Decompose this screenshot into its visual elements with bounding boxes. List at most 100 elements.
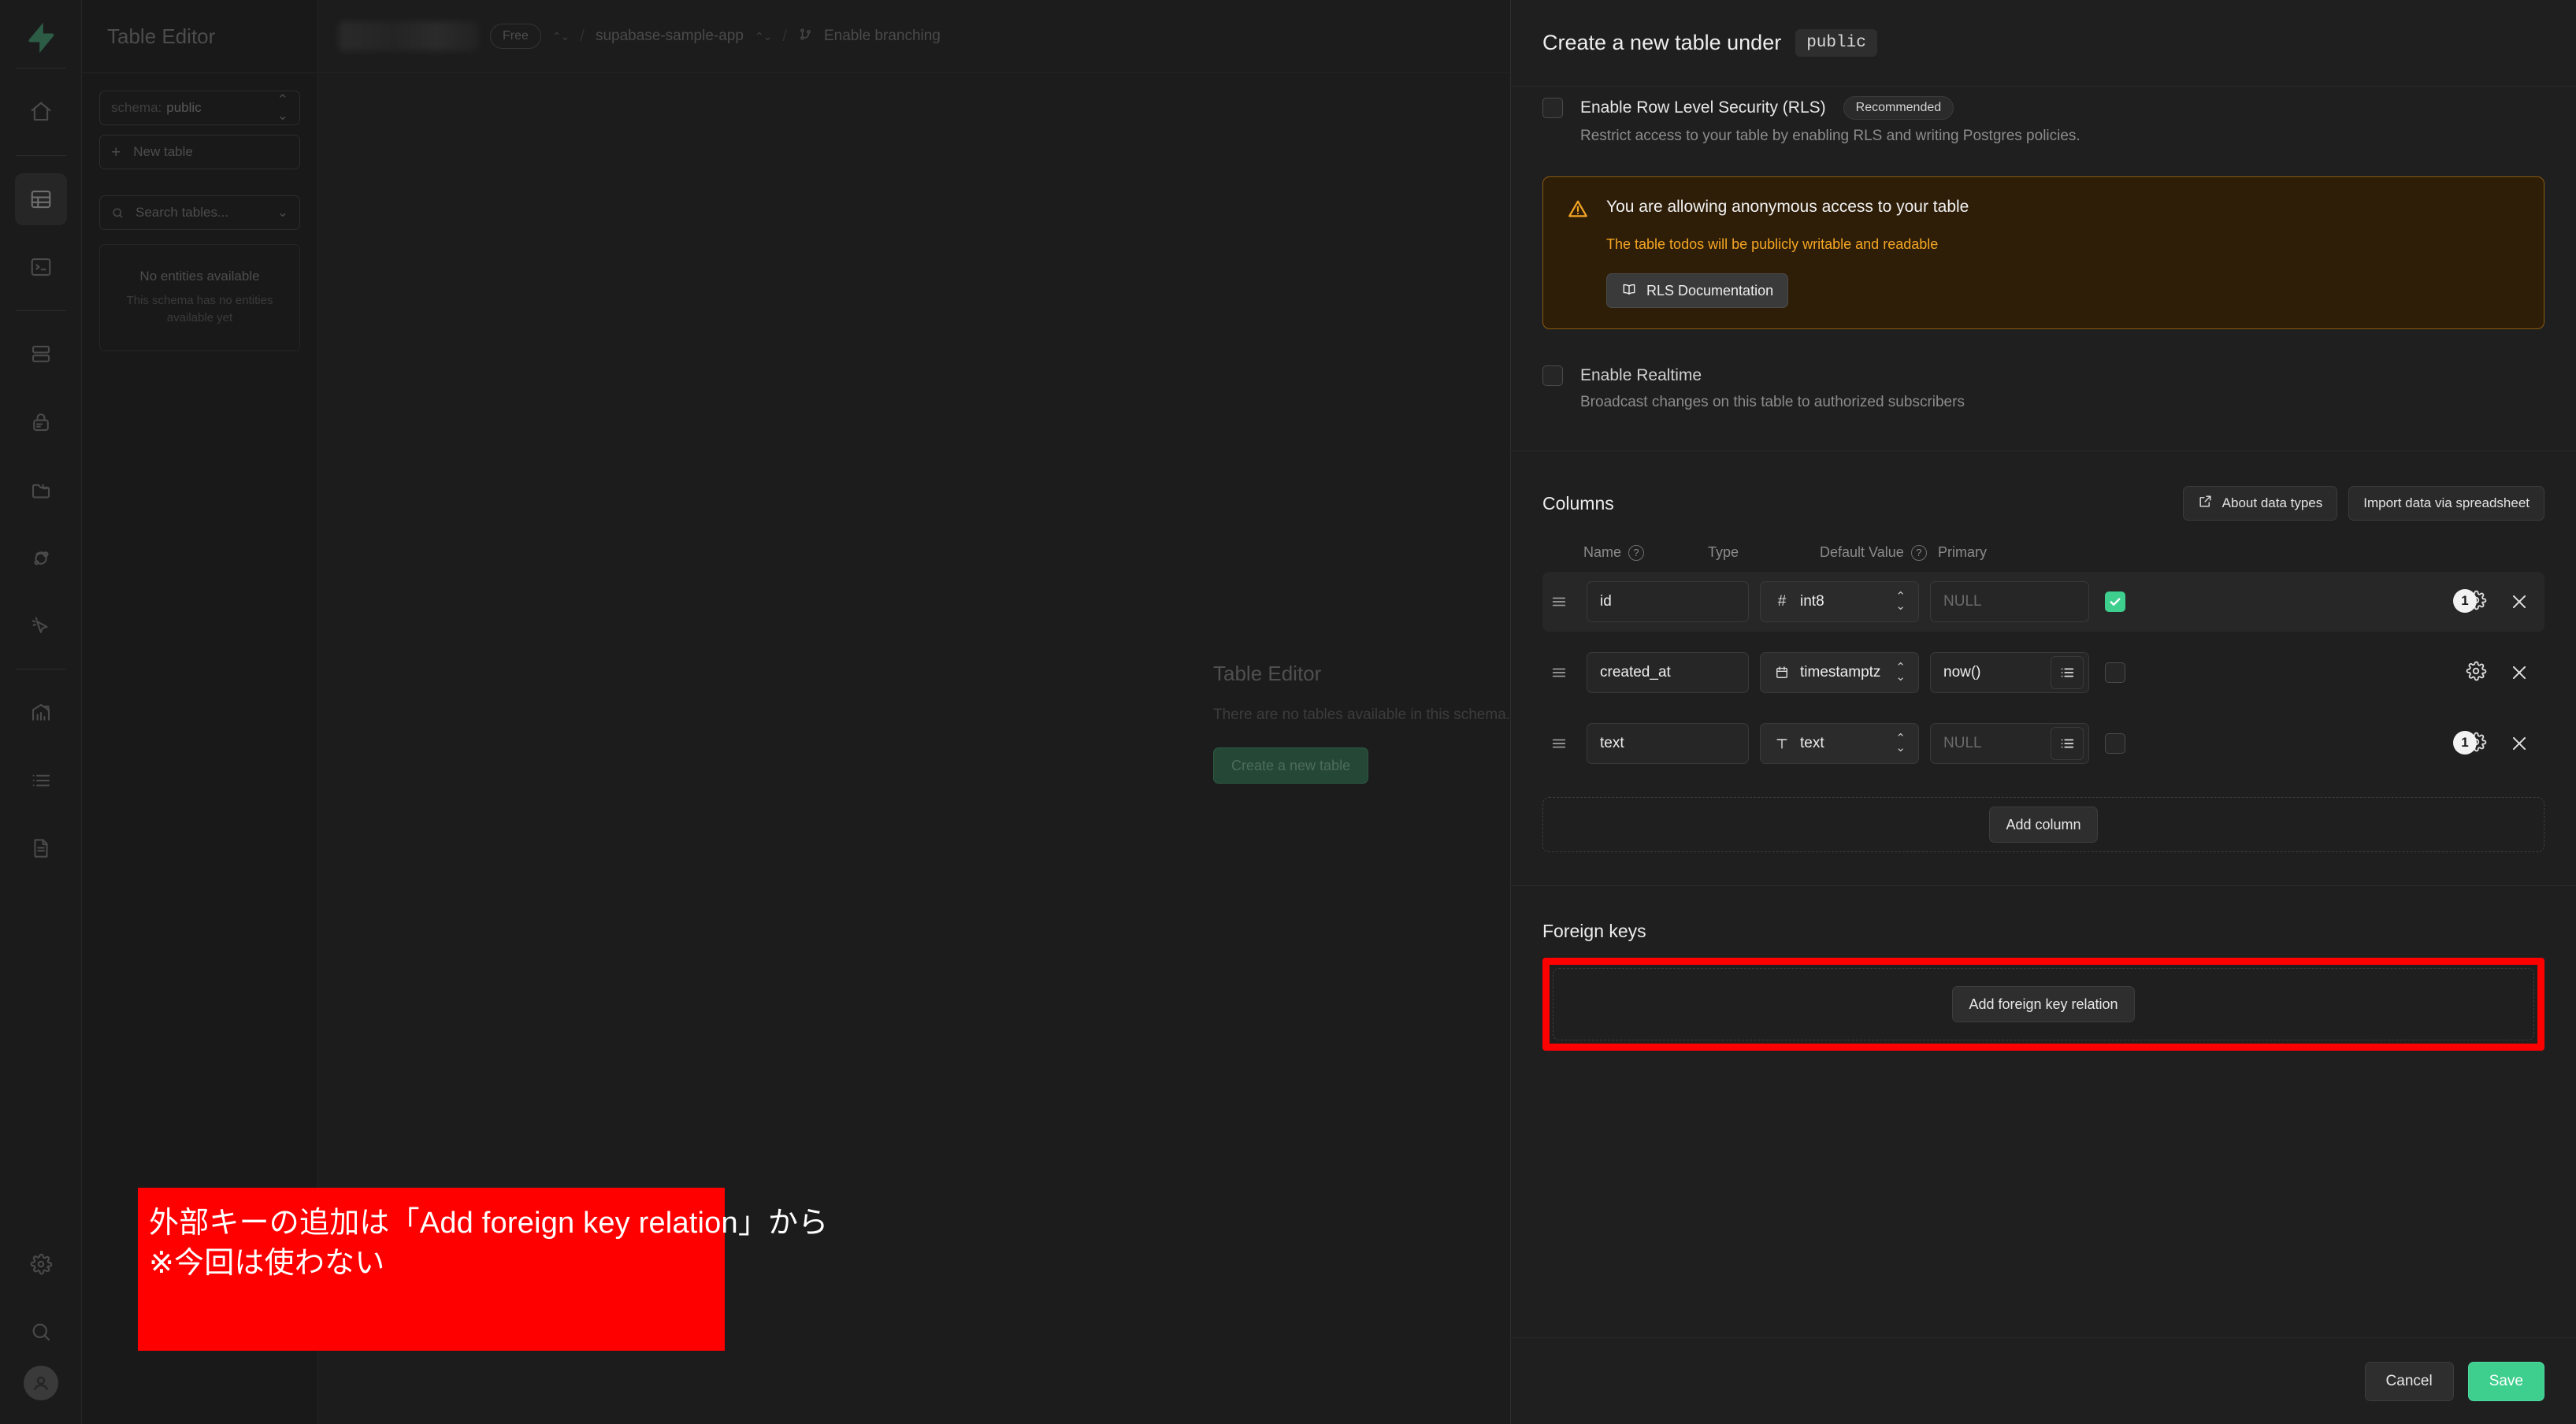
rls-documentation-label: RLS Documentation [1646,282,1774,299]
schema-label: schema: [111,100,162,115]
add-column-dropzone: Add column [1542,797,2544,852]
search-tables-input[interactable]: Search tables... ⌄ [99,195,300,230]
column-settings-button[interactable] [2455,655,2497,690]
enable-branching-link[interactable]: Enable branching [824,28,941,45]
column-type-select[interactable]: timestamptz ⌃ ⌄ [1760,652,1919,693]
panel-title: Create a new table under [1542,31,1782,54]
sidebar-item-api-docs[interactable] [15,822,67,874]
help-icon[interactable]: ? [1628,544,1645,561]
create-new-table-button[interactable]: Create a new table [1213,747,1369,784]
column-default-input[interactable]: now() [1930,652,2089,693]
sidebar-item-database[interactable] [15,328,67,380]
primary-key-checkbox[interactable] [2105,662,2125,683]
breadcrumb-separator: / [782,27,787,45]
close-icon [2512,736,2526,751]
add-foreign-key-relation-button[interactable]: Add foreign key relation [1952,986,2135,1022]
settings-count-badge: 1 [2453,731,2477,755]
schema-selector[interactable]: schema: public ⌃ ⌄ [99,91,300,125]
import-spreadsheet-label: Import data via spreadsheet [2363,495,2530,510]
rls-recommended-badge: Recommended [1843,96,1954,120]
foreign-keys-highlight: Add foreign key relation [1542,958,2544,1051]
import-spreadsheet-button[interactable]: Import data via spreadsheet [2348,486,2544,521]
close-icon [2512,666,2526,680]
column-name-input[interactable]: text [1587,723,1749,764]
close-icon [2512,595,2526,609]
panel-schema-chip: public [1795,29,1877,57]
realtime-section: Enable Realtime Broadcast changes on thi… [1511,329,2576,451]
column-settings-button[interactable]: 1 [2453,726,2497,761]
text-icon [1773,736,1791,751]
header-default-value: Default Value [1820,544,1904,560]
sidebar-item-authentication[interactable] [15,396,67,448]
annotation-callout: 外部キーの追加は「Add foreign key relation」から ※今回… [138,1188,828,1351]
account-avatar[interactable] [23,1366,58,1400]
branch-icon [798,27,813,46]
supabase-logo[interactable] [20,17,61,58]
annotation-line-2: ※今回は使わない [149,1246,385,1280]
primary-key-checkbox[interactable] [2105,733,2125,754]
column-name-input[interactable]: created_at [1587,652,1749,693]
column-type-select[interactable]: text ⌃ ⌄ [1760,723,1919,764]
about-data-types-button[interactable]: About data types [2182,486,2338,521]
remove-column-button[interactable] [2502,584,2537,619]
column-name-input[interactable]: id [1587,581,1749,622]
sidebar-item-logs[interactable] [15,755,67,807]
panel-body: Enable Row Level Security (RLS) Recommen… [1511,87,2576,1424]
drag-handle-icon[interactable] [1542,735,1576,752]
chevron-updown-icon[interactable]: ⌃⌄ [755,30,772,43]
sidebar-item-reports[interactable] [15,687,67,739]
table-row: id # int8 ⌃ ⌄ NULL 1 [1542,572,2544,632]
plan-badge: Free [490,24,541,49]
search-icon[interactable] [15,1306,67,1358]
column-default-input[interactable]: NULL [1930,581,2089,622]
column-type-select[interactable]: # int8 ⌃ ⌄ [1760,581,1919,622]
chevron-updown-icon[interactable]: ⌃⌄ [552,30,570,43]
foreign-keys-section: Foreign keys Add foreign key relation [1511,886,2576,1051]
default-value-options-button[interactable] [2051,656,2084,689]
sidebar-item-realtime[interactable] [15,599,67,651]
remove-column-button[interactable] [2502,726,2537,761]
page-title: Table Editor [82,0,317,73]
sidebar-item-sql-editor[interactable] [15,241,67,293]
realtime-description: Broadcast changes on this table to autho… [1580,394,1965,410]
realtime-checkbox[interactable] [1542,365,1563,386]
header-name: Name [1583,544,1622,560]
chevron-updown-icon: ⌃ ⌄ [277,92,288,123]
save-button[interactable]: Save [2467,1361,2544,1401]
help-icon[interactable]: ? [1910,544,1927,561]
organization-name-redacted[interactable] [339,21,479,51]
empty-entities-title: No entities available [139,269,260,284]
project-name[interactable]: supabase-sample-app [596,28,744,45]
add-column-button[interactable]: Add column [1989,807,2098,843]
sidebar-item-table-editor[interactable] [14,173,67,225]
columns-table-header: Name ? Type Default Value ? Primary [1542,544,2544,561]
header-type: Type [1708,544,1739,560]
primary-nav-rail [0,0,82,1424]
chevron-updown-icon: ⌃ ⌄ [1895,590,1906,613]
settings-icon[interactable] [15,1238,67,1290]
list-icon [2061,739,2074,748]
sidebar-item-edge-functions[interactable] [15,532,67,584]
sidebar-item-home[interactable] [15,86,67,138]
calendar-icon [1773,665,1791,680]
rls-documentation-button[interactable]: RLS Documentation [1606,273,1789,308]
warning-subtitle: The table todos will be publicly writabl… [1606,236,1939,252]
primary-key-checkbox[interactable] [2105,591,2125,612]
drag-handle-icon[interactable] [1542,593,1576,610]
new-table-label: New table [133,144,193,159]
column-default-input[interactable]: NULL [1930,723,2089,764]
cancel-button[interactable]: Cancel [2364,1361,2454,1401]
columns-section: Columns About data types Import data via… [1511,451,2576,852]
rls-description: Restrict access to your table by enablin… [1580,128,2080,144]
rail-divider [15,68,66,69]
drag-handle-icon[interactable] [1542,664,1576,681]
external-link-icon [2198,494,2213,513]
anonymous-access-warning: You are allowing anonymous access to you… [1542,176,2544,329]
sidebar-item-storage[interactable] [15,464,67,516]
column-settings-button[interactable]: 1 [2453,584,2497,619]
remove-column-button[interactable] [2502,655,2537,690]
new-table-button[interactable]: + New table [99,135,300,169]
default-value-options-button[interactable] [2051,727,2084,760]
rls-checkbox[interactable] [1542,98,1563,118]
plus-icon: + [111,143,121,161]
